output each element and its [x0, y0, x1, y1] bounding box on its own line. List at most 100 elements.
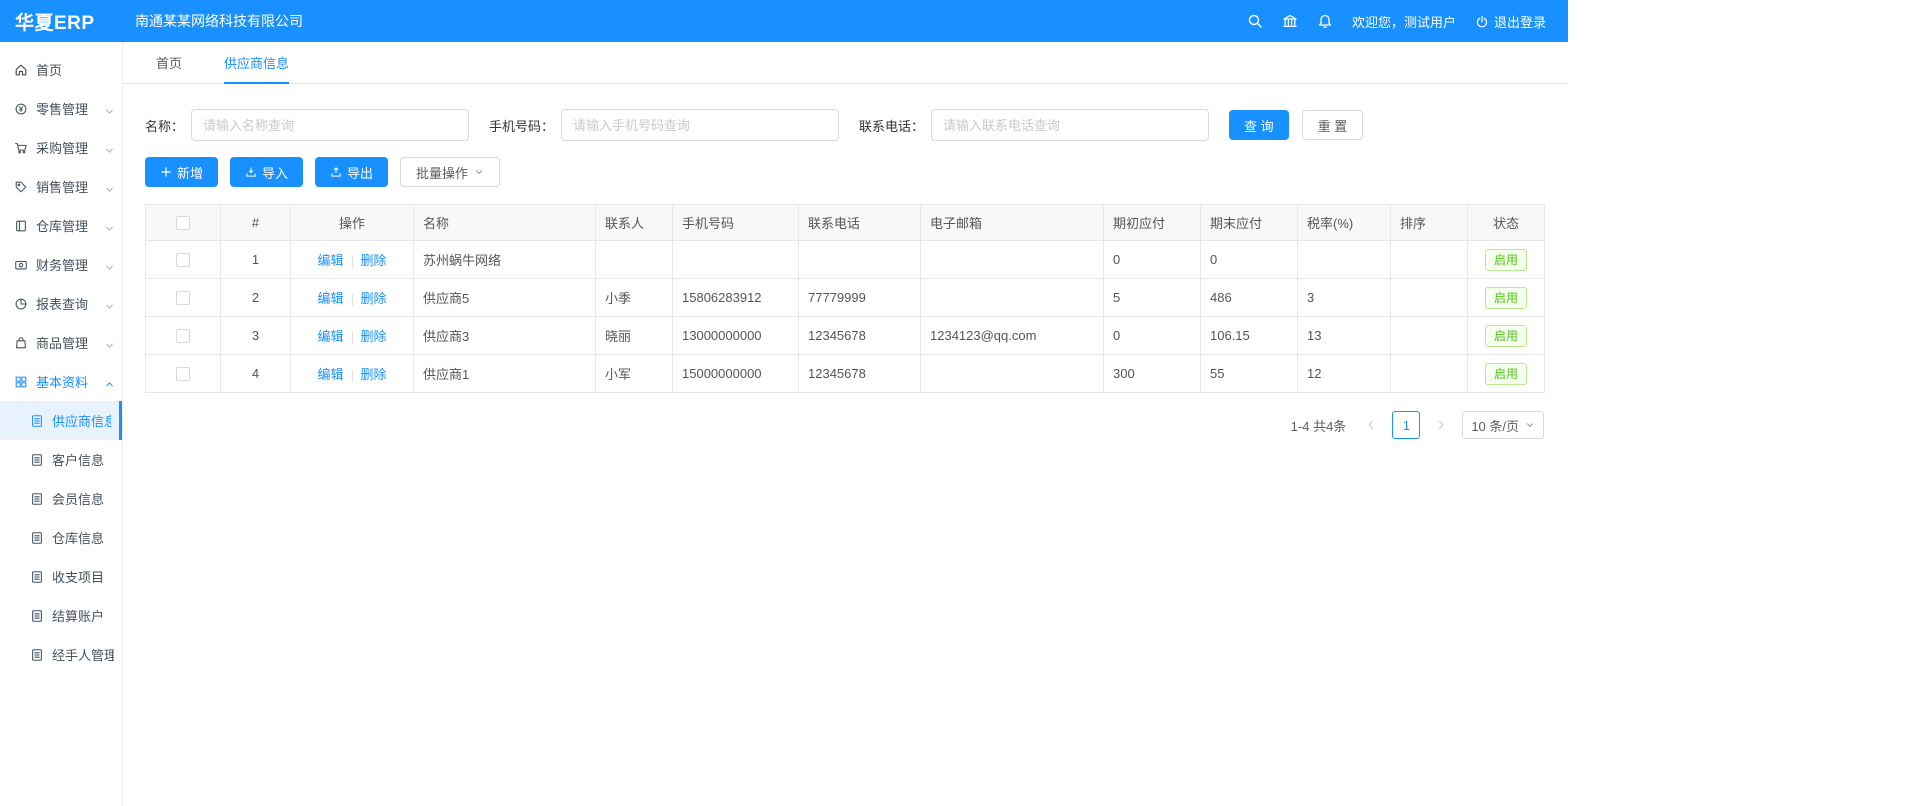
- name-cell: 供应商5: [414, 279, 596, 317]
- row-number-cell: 3: [221, 317, 291, 355]
- search-field-mobile: 手机号码：: [489, 109, 839, 141]
- sidebar-item[interactable]: 财务管理: [0, 245, 122, 284]
- email-cell: [921, 355, 1104, 393]
- end-cell: 486: [1201, 279, 1298, 317]
- delete-link[interactable]: 删除: [361, 329, 387, 344]
- end-cell: 55: [1201, 355, 1298, 393]
- name-cell: 苏州蜗牛网络: [414, 241, 596, 279]
- bell-icon[interactable]: [1317, 13, 1333, 29]
- mobile-cell: 15000000000: [673, 355, 799, 393]
- company-name: 南通某某网络科技有限公司: [135, 11, 303, 31]
- sidebar-item[interactable]: 销售管理: [0, 167, 122, 206]
- row-actions-cell: 编辑 删除: [291, 279, 414, 317]
- logout-button[interactable]: 退出登录: [1475, 12, 1546, 31]
- sidebar-item[interactable]: 零售管理: [0, 89, 122, 128]
- row-checkbox[interactable]: [176, 291, 190, 305]
- contact-cell: 小军: [596, 355, 673, 393]
- doc-icon: [30, 648, 44, 662]
- column-header: #: [221, 205, 291, 241]
- sidebar-item[interactable]: 报表查询: [0, 284, 122, 323]
- row-checkbox[interactable]: [176, 253, 190, 267]
- page-size-select[interactable]: 10 条/页: [1462, 411, 1544, 439]
- reset-button[interactable]: 重 置: [1302, 110, 1364, 140]
- add-button[interactable]: 新增: [145, 157, 218, 187]
- edit-link[interactable]: 编辑: [317, 253, 343, 268]
- column-header: 税率(%): [1298, 205, 1391, 241]
- end-cell: 0: [1201, 241, 1298, 279]
- tab-supplier-info[interactable]: 供应商信息: [224, 42, 289, 84]
- email-cell: [921, 241, 1104, 279]
- row-select-cell: [146, 241, 221, 279]
- next-page-button[interactable]: [1428, 411, 1454, 439]
- column-header: 期初应付: [1104, 205, 1201, 241]
- edit-link[interactable]: 编辑: [317, 367, 343, 382]
- chevron-down-icon: [105, 221, 114, 230]
- sidebar-subitem-label: 结算账户: [52, 606, 114, 625]
- telephone-input[interactable]: [931, 109, 1209, 141]
- delete-link[interactable]: 删除: [361, 367, 387, 382]
- column-header: 期末应付: [1201, 205, 1298, 241]
- begin-cell: 5: [1104, 279, 1201, 317]
- search-icon[interactable]: [1247, 13, 1263, 29]
- supplier-table: #操作名称联系人手机号码联系电话电子邮箱期初应付期末应付税率(%)排序状态 1编…: [145, 204, 1545, 393]
- query-button[interactable]: 查 询: [1229, 110, 1289, 140]
- edit-link[interactable]: 编辑: [317, 329, 343, 344]
- basic-icon: [14, 375, 28, 389]
- sidebar-subitem[interactable]: 供应商信息: [0, 401, 122, 440]
- sidebar-subitem[interactable]: 经手人管理: [0, 635, 122, 674]
- add-button-label: 新增: [177, 163, 203, 182]
- begin-cell: 0: [1104, 317, 1201, 355]
- prev-page-button[interactable]: [1358, 411, 1384, 439]
- sidebar-subitem[interactable]: 结算账户: [0, 596, 122, 635]
- app-logo: 华夏ERP: [0, 8, 123, 35]
- mobile-input[interactable]: [561, 109, 839, 141]
- import-button[interactable]: 导入: [230, 157, 303, 187]
- edit-link[interactable]: 编辑: [317, 291, 343, 306]
- name-label: 名称：: [145, 116, 184, 135]
- sidebar-item[interactable]: 仓库管理: [0, 206, 122, 245]
- current-page[interactable]: 1: [1392, 411, 1420, 439]
- doc-icon: [30, 531, 44, 545]
- plus-icon: [160, 166, 172, 178]
- logout-label: 退出登录: [1494, 12, 1546, 31]
- sidebar-subitem[interactable]: 收支项目: [0, 557, 122, 596]
- erp-app: 华夏ERP 南通某某网络科技有限公司 欢迎您，测试用户 退出登录 首页零售管理采…: [0, 0, 1568, 806]
- sidebar-item[interactable]: 首页: [0, 50, 122, 89]
- delete-link[interactable]: 删除: [361, 291, 387, 306]
- sidebar-item[interactable]: 商品管理: [0, 323, 122, 362]
- column-header: 操作: [291, 205, 414, 241]
- row-actions-cell: 编辑 删除: [291, 241, 414, 279]
- sort-cell: [1391, 317, 1468, 355]
- status-badge: 启用: [1485, 249, 1527, 271]
- batch-operations-dropdown[interactable]: 批量操作: [400, 157, 500, 187]
- action-divider: [352, 332, 353, 344]
- export-button[interactable]: 导出: [315, 157, 388, 187]
- tel-cell: 77779999: [799, 279, 921, 317]
- sidebar-subitem[interactable]: 仓库信息: [0, 518, 122, 557]
- status-cell: 启用: [1468, 279, 1545, 317]
- doc-icon: [30, 453, 44, 467]
- top-header: 华夏ERP 南通某某网络科技有限公司 欢迎您，测试用户 退出登录: [0, 0, 1568, 42]
- sidebar-subitem[interactable]: 客户信息: [0, 440, 122, 479]
- app-body: 首页零售管理采购管理销售管理仓库管理财务管理报表查询商品管理基本资料供应商信息客…: [0, 42, 1568, 806]
- welcome-text: 欢迎您，测试用户: [1352, 12, 1456, 31]
- tab-home[interactable]: 首页: [156, 42, 182, 84]
- tax-cell: 12: [1298, 355, 1391, 393]
- action-divider: [352, 294, 353, 306]
- tax-cell: 3: [1298, 279, 1391, 317]
- sidebar-subitem-label: 经手人管理: [52, 645, 114, 664]
- bank-icon[interactable]: [1282, 13, 1298, 29]
- row-checkbox[interactable]: [176, 367, 190, 381]
- sidebar-item[interactable]: 采购管理: [0, 128, 122, 167]
- mobile-cell: [673, 241, 799, 279]
- batch-operations-label: 批量操作: [416, 163, 468, 182]
- delete-link[interactable]: 删除: [361, 253, 387, 268]
- select-all-checkbox[interactable]: [176, 216, 190, 230]
- status-badge: 启用: [1485, 363, 1527, 385]
- sidebar-item[interactable]: 基本资料: [0, 362, 122, 401]
- name-input[interactable]: [191, 109, 469, 141]
- row-checkbox[interactable]: [176, 329, 190, 343]
- search-field-telephone: 联系电话：: [859, 109, 1209, 141]
- sidebar-subitem[interactable]: 会员信息: [0, 479, 122, 518]
- import-button-label: 导入: [262, 163, 288, 182]
